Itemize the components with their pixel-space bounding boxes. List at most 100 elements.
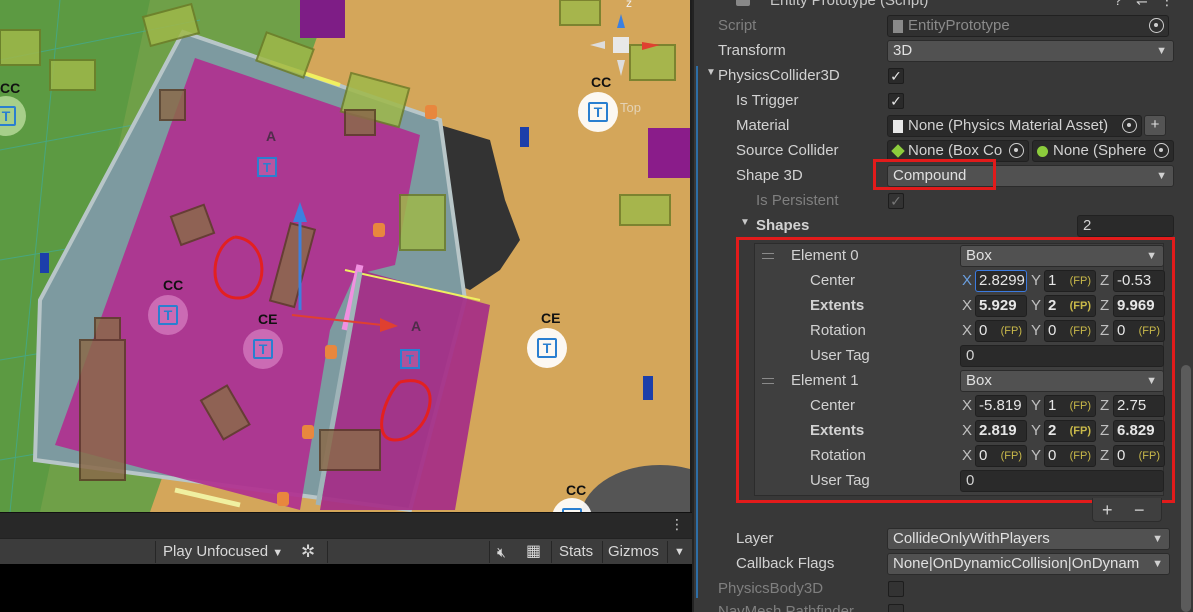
entity-badge[interactable]: T (527, 328, 567, 368)
add-material-button[interactable]: + (1144, 115, 1166, 136)
navmesh-label: NavMesh Pathfinder (718, 603, 854, 612)
object-picker-icon[interactable] (1009, 143, 1024, 158)
inspector-scrollbar[interactable] (1181, 365, 1191, 612)
fp-tag: (FP) (1000, 325, 1022, 337)
kebab-menu-icon[interactable]: ⋮ (670, 516, 684, 533)
center-x-field[interactable]: 2.8299 (975, 270, 1027, 292)
component-menu-icon[interactable]: ⋮ (1160, 0, 1174, 9)
element-1-user-tag-row: User Tag 0 (694, 469, 1174, 494)
add-element-button[interactable]: + (1102, 500, 1113, 521)
chevron-down-icon: ▼ (1156, 170, 1167, 182)
script-field[interactable]: EntityPrototype (887, 15, 1169, 37)
entity-marker[interactable]: T (400, 349, 420, 369)
transform-dropdown[interactable]: 3D ▼ (887, 40, 1174, 62)
transform-label: Transform (718, 42, 786, 59)
chevron-down-icon: ▼ (1149, 554, 1163, 574)
callback-flags-dropdown[interactable]: None|OnDynamicCollision|OnDynam ▼ (887, 553, 1170, 575)
object-picker-icon[interactable] (1122, 118, 1137, 133)
bug-icon[interactable]: ✲ (301, 542, 315, 562)
physics-collider-row: ▼ PhysicsCollider3D ✓ (694, 64, 1174, 89)
center-y-field[interactable]: 1 (FP) (1044, 395, 1096, 417)
navmesh-checkbox[interactable] (888, 604, 904, 612)
user-tag-field[interactable]: 0 (960, 345, 1164, 367)
entity-badge[interactable]: T (243, 329, 283, 369)
is-trigger-checkbox[interactable]: ✓ (888, 93, 904, 109)
inspector-panel: Entity Prototype (Script) ? ⇌ ⋮ Script E… (692, 0, 1193, 612)
layer-label: Layer (736, 530, 774, 547)
layer-row: Layer CollideOnlyWithPlayers ▼ (694, 527, 1174, 552)
gizmo-z-label: z (626, 0, 632, 10)
extents-x-field[interactable]: 2.819 (975, 420, 1027, 442)
gizmos-button[interactable]: Gizmos (608, 542, 659, 562)
component-header[interactable]: Entity Prototype (Script) ? ⇌ ⋮ (694, 0, 1174, 13)
source-collider-box-field[interactable]: None (Box Co (887, 140, 1029, 162)
list-buttons-row: + − (694, 498, 1174, 523)
is-trigger-row: Is Trigger ✓ (694, 89, 1174, 114)
foldout-expanded-icon[interactable]: ▼ (740, 217, 750, 228)
navmesh-row: NavMesh Pathfinder (694, 600, 1174, 612)
rotation-y-field[interactable]: 0 (FP) (1044, 445, 1096, 467)
scene-view[interactable]: CC T CC T Top z A T CC T CE T A T CE T C… (0, 0, 690, 512)
physics-body-checkbox[interactable] (888, 581, 904, 597)
is-persistent-label: Is Persistent (756, 192, 839, 209)
element-type-dropdown[interactable]: Box ▼ (960, 245, 1164, 267)
fp-tag: (FP) (1069, 450, 1091, 462)
script-file-icon (893, 20, 903, 33)
entity-marker[interactable]: T (257, 157, 277, 177)
drag-handle-icon[interactable] (762, 253, 774, 259)
center-z-field[interactable]: 2.75 (1113, 395, 1165, 417)
extents-y-field[interactable]: 2 (FP) (1044, 420, 1096, 442)
fp-tag: (FP) (1069, 275, 1091, 287)
element-0-center-row: Center X 2.8299 Y 1 (FP) Z -0.53 (694, 269, 1174, 294)
is-persistent-checkbox[interactable]: ✓ (888, 193, 904, 209)
source-collider-sphere-field[interactable]: None (Sphere (1032, 140, 1174, 162)
extents-z-field[interactable]: 9.969 (1113, 295, 1165, 317)
user-tag-field[interactable]: 0 (960, 470, 1164, 492)
element-type-dropdown[interactable]: Box ▼ (960, 370, 1164, 392)
rotation-y-field[interactable]: 0 (FP) (1044, 320, 1096, 342)
physics-collider-checkbox[interactable]: ✓ (888, 68, 904, 84)
entity-badge[interactable]: T (148, 295, 188, 335)
script-icon (736, 0, 750, 6)
grid-icon[interactable]: ▦ (526, 542, 541, 562)
mute-audio-icon[interactable]: 🔇︎ (497, 542, 506, 562)
center-y-field[interactable]: 1 (FP) (1044, 270, 1096, 292)
extents-label: Extents (810, 297, 865, 314)
axis-z-label: Z (1100, 422, 1110, 439)
play-mode-dropdown[interactable]: Play Unfocused ▼ (163, 542, 283, 562)
axis-z-label: Z (1100, 272, 1110, 289)
layer-dropdown[interactable]: CollideOnlyWithPlayers ▼ (887, 528, 1170, 550)
axis-z-label: Z (1100, 397, 1110, 414)
extents-z-field[interactable]: 6.829 (1113, 420, 1165, 442)
center-z-field[interactable]: -0.53 (1113, 270, 1165, 292)
game-view[interactable] (0, 564, 692, 612)
panel-separator (0, 512, 692, 538)
entity-badge[interactable]: T (578, 92, 618, 132)
axis-x-label: X (962, 397, 973, 414)
drag-handle-icon[interactable] (762, 378, 774, 384)
extents-y-field[interactable]: 2 (FP) (1044, 295, 1096, 317)
element-label: Element 0 (791, 247, 859, 264)
axis-y-label: Y (1031, 272, 1042, 289)
gizmos-dropdown-arrow[interactable]: ▼ (674, 542, 685, 562)
object-picker-icon[interactable] (1154, 143, 1169, 158)
stats-button[interactable]: Stats (559, 542, 593, 562)
axis-y-label: Y (1031, 422, 1042, 439)
preset-icon[interactable]: ⇌ (1136, 0, 1148, 9)
rotation-x-field[interactable]: 0 (FP) (975, 445, 1027, 467)
shape-3d-dropdown[interactable]: Compound ▼ (887, 165, 1174, 187)
sphere-collider-icon (1037, 146, 1048, 157)
rotation-z-field[interactable]: 0 (FP) (1113, 320, 1165, 342)
rotation-x-field[interactable]: 0 (FP) (975, 320, 1027, 342)
element-1-extents-row: Extents X 2.819 Y 2 (FP) Z 6.829 (694, 419, 1174, 444)
material-field[interactable]: None (Physics Material Asset) (887, 115, 1142, 137)
extents-x-field[interactable]: 5.929 (975, 295, 1027, 317)
help-icon[interactable]: ? (1114, 0, 1122, 8)
scene-label-cc: CC (566, 482, 587, 498)
center-x-field[interactable]: -5.819 (975, 395, 1027, 417)
rotation-z-field[interactable]: 0 (FP) (1113, 445, 1165, 467)
remove-element-button[interactable]: − (1134, 500, 1145, 521)
object-picker-icon[interactable] (1149, 18, 1164, 33)
foldout-expanded-icon[interactable]: ▼ (706, 67, 716, 78)
shapes-count-field[interactable]: 2 (1077, 215, 1174, 237)
